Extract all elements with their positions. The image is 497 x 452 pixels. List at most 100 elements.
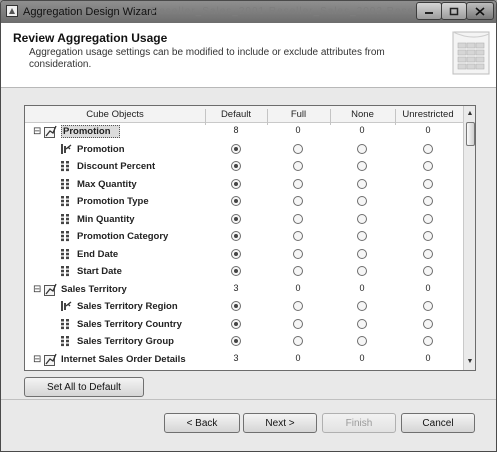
radio-none-cell (332, 230, 392, 242)
radio-default[interactable] (231, 161, 241, 171)
scroll-down-arrow-icon[interactable]: ▼ (464, 356, 475, 368)
radio-unrestricted[interactable] (423, 318, 433, 329)
radio-full[interactable] (293, 178, 303, 189)
attribute-row[interactable]: Max Quantity (25, 176, 463, 194)
next-button[interactable]: Next > (243, 413, 317, 433)
grid-rows: ⊟ Promotion 8 0 0 0 Promotion Discount Percent M… (25, 123, 463, 370)
radio-none-cell (332, 248, 392, 260)
radio-none[interactable] (357, 231, 367, 241)
radio-default[interactable] (231, 336, 241, 346)
radio-default[interactable] (231, 178, 241, 189)
page-title: Review Aggregation Usage (13, 31, 168, 45)
maximize-button[interactable] (441, 2, 467, 20)
radio-unrestricted[interactable] (423, 336, 433, 346)
radio-none[interactable] (357, 301, 367, 311)
radio-unrestricted[interactable] (423, 143, 433, 154)
count-default: 3 (233, 352, 239, 363)
column-header-full[interactable]: Full (267, 109, 330, 120)
radio-unrestricted[interactable] (423, 178, 433, 189)
dimension-label: Internet Sales Order Details (61, 353, 186, 365)
radio-unrestricted-cell (398, 195, 458, 207)
set-all-to-default-button[interactable]: Set All to Default (24, 377, 144, 397)
attribute-label: Sales Territory Region (77, 301, 178, 312)
attribute-icon (61, 196, 69, 207)
radio-full[interactable] (293, 213, 303, 224)
attribute-icon (61, 231, 69, 242)
radio-full[interactable] (293, 161, 303, 171)
attribute-row[interactable]: Sales Territory Region (25, 298, 463, 316)
attribute-row[interactable]: End Date (25, 246, 463, 264)
radio-default[interactable] (231, 266, 241, 276)
radio-default[interactable] (231, 231, 241, 241)
cancel-button[interactable]: Cancel (401, 413, 475, 433)
radio-none[interactable] (357, 143, 367, 154)
radio-default[interactable] (231, 143, 241, 154)
attribute-row[interactable]: Sales Territory Group (25, 333, 463, 351)
scroll-up-arrow-icon[interactable]: ▲ (464, 108, 475, 120)
radio-none-cell (332, 195, 392, 207)
back-button[interactable]: < Back (164, 413, 240, 433)
collapse-toggle-icon[interactable]: ⊟ (33, 284, 41, 295)
column-header-cube-objects[interactable]: Cube Objects (25, 109, 205, 120)
radio-default[interactable] (231, 196, 241, 206)
radio-none-cell (332, 335, 392, 347)
column-header-unrestricted[interactable]: Unrestricted (395, 109, 461, 120)
radio-none[interactable] (357, 248, 367, 259)
radio-unrestricted[interactable] (423, 161, 433, 171)
close-button[interactable] (466, 2, 494, 20)
dimension-row[interactable]: ⊟ Sales Territory 3 0 0 0 (25, 281, 463, 299)
radio-full[interactable] (293, 266, 303, 276)
radio-full[interactable] (293, 318, 303, 329)
radio-full[interactable] (293, 143, 303, 154)
finish-button[interactable]: Finish (322, 413, 396, 433)
radio-none[interactable] (357, 213, 367, 224)
radio-none[interactable] (357, 318, 367, 329)
radio-full[interactable] (293, 196, 303, 206)
count-none: 0 (359, 282, 365, 293)
radio-none[interactable] (357, 266, 367, 276)
collapse-toggle-icon[interactable]: ⊟ (33, 354, 41, 365)
radio-default[interactable] (231, 318, 241, 329)
radio-full[interactable] (293, 336, 303, 346)
minimize-button[interactable] (416, 2, 442, 20)
attribute-label: Max Quantity (77, 178, 137, 190)
dimension-row[interactable]: ⊟ Internet Sales Order Details 3 0 0 0 (25, 351, 463, 369)
attribute-row[interactable]: Promotion Category (25, 228, 463, 246)
radio-unrestricted[interactable] (423, 266, 433, 276)
attribute-row[interactable]: Discount Percent (25, 158, 463, 176)
radio-unrestricted[interactable] (423, 231, 433, 241)
radio-default[interactable] (231, 301, 241, 311)
radio-none[interactable] (357, 161, 367, 171)
aggregation-usage-grid[interactable]: Cube Objects Default Full None Unrestric… (24, 105, 476, 371)
count-unrestricted: 0 (425, 352, 431, 363)
radio-full[interactable] (293, 301, 303, 311)
radio-full[interactable] (293, 248, 303, 259)
column-header-none[interactable]: None (330, 109, 395, 120)
radio-full-cell (268, 265, 328, 277)
radio-unrestricted[interactable] (423, 301, 433, 311)
radio-full-cell (268, 335, 328, 347)
radio-default[interactable] (231, 248, 241, 259)
radio-unrestricted-cell (398, 143, 458, 155)
dimension-row[interactable]: ⊟ Promotion 8 0 0 0 (25, 123, 463, 141)
collapse-toggle-icon[interactable]: ⊟ (33, 126, 41, 137)
attribute-label: Promotion (77, 143, 125, 155)
attribute-row[interactable]: Start Date (25, 263, 463, 281)
attribute-row[interactable]: Promotion Type (25, 193, 463, 211)
radio-default[interactable] (231, 213, 241, 224)
attribute-row[interactable]: Promotion (25, 141, 463, 159)
vertical-scrollbar[interactable]: ▲ ▼ (463, 106, 475, 370)
radio-full[interactable] (293, 231, 303, 241)
column-header-default[interactable]: Default (205, 109, 267, 120)
radio-unrestricted[interactable] (423, 248, 433, 259)
key-attribute-icon (61, 143, 72, 154)
radio-none[interactable] (357, 178, 367, 189)
radio-unrestricted[interactable] (423, 196, 433, 206)
attribute-row[interactable]: Sales Territory Country (25, 316, 463, 334)
attribute-row[interactable]: Min Quantity (25, 211, 463, 229)
radio-none[interactable] (357, 336, 367, 346)
radio-default-cell (206, 300, 266, 312)
radio-unrestricted[interactable] (423, 213, 433, 224)
radio-none[interactable] (357, 196, 367, 206)
scroll-thumb[interactable] (466, 122, 475, 146)
